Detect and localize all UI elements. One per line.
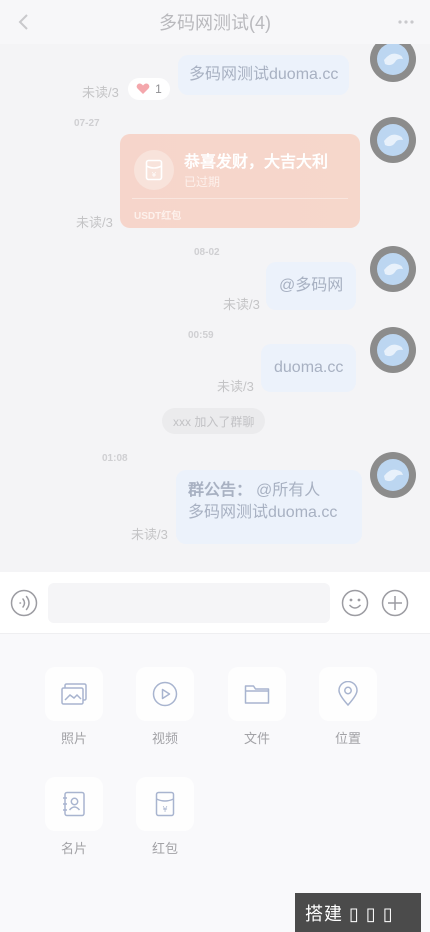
chat-title: 多码网测试(4)	[159, 13, 271, 33]
tool-label: 红包	[151, 841, 178, 856]
avatar[interactable]	[370, 44, 416, 82]
contact-card-icon	[63, 791, 85, 817]
tool-location[interactable]: 位置	[319, 667, 379, 747]
voice-icon[interactable]	[10, 589, 38, 617]
red-packet-card[interactable]: ¥ 恭喜发财，大吉大利 已过期 USDT红包	[120, 134, 360, 228]
more-button[interactable]	[392, 8, 420, 36]
avatar[interactable]	[370, 117, 416, 163]
tool-photo[interactable]: 照片	[45, 667, 105, 747]
message-input[interactable]	[48, 583, 330, 623]
top-bar: 多码网测试(4)	[0, 0, 430, 44]
tool-contact-card[interactable]: 名片	[45, 777, 105, 857]
like-count: 1	[155, 82, 162, 96]
location-icon	[338, 681, 358, 707]
timestamp: 01:08	[102, 453, 128, 464]
avatar[interactable]	[370, 246, 416, 292]
message-bubble[interactable]: duoma.cc	[261, 344, 357, 392]
folder-icon	[244, 685, 270, 704]
unread-status: 未读/3	[223, 297, 260, 312]
avatar-bird-icon	[384, 263, 403, 276]
announcement-label: 群公告：	[188, 482, 253, 499]
chevron-left-icon	[18, 14, 28, 30]
avatar-bird-icon	[384, 469, 403, 482]
tool-video[interactable]: 视频	[136, 667, 196, 747]
svg-text:¥: ¥	[152, 171, 157, 179]
divider	[132, 198, 348, 199]
watermark-label: 搭建 ▯ ▯ ▯	[295, 893, 421, 932]
tool-label: 位置	[334, 731, 361, 746]
video-icon	[152, 681, 178, 707]
red-packet-status: 已过期	[184, 175, 221, 189]
more-tools-panel: 照片 视频 文件 位置 名片 ¥ 红包	[0, 634, 430, 932]
avatar-bird-icon	[384, 134, 403, 147]
unread-status: 未读/3	[217, 379, 254, 394]
more-dots-icon	[398, 20, 414, 24]
back-button[interactable]	[10, 8, 38, 36]
heart-icon	[136, 83, 150, 94]
unread-status: 未读/3	[76, 215, 113, 230]
mention[interactable]: @所有人	[256, 482, 320, 499]
unread-status: 未读/3	[131, 527, 168, 542]
announcement-text: 多码网测试duoma.cc	[188, 504, 338, 521]
timestamp: 00:59	[188, 330, 214, 341]
red-packet-icon: ¥	[134, 150, 174, 190]
tool-label: 文件	[243, 731, 270, 746]
timestamp: 08-02	[194, 247, 220, 258]
message-bubble[interactable]: 多码网测试duoma.cc	[178, 55, 350, 95]
message-bubble[interactable]: @多码网	[266, 262, 357, 310]
input-bar	[0, 572, 430, 634]
tool-label: 视频	[151, 731, 178, 746]
red-packet-type: USDT红包	[134, 211, 182, 222]
tool-label: 照片	[60, 731, 87, 746]
avatar-bird-icon	[384, 344, 403, 357]
system-notice: xxx 加入了群聊	[162, 408, 266, 434]
photo-icon	[61, 683, 87, 705]
message-list[interactable]: 多码网测试duoma.cc 未读/3 1 07-27 ¥ 恭喜发财，大吉大利 已…	[0, 44, 430, 572]
plus-circle-icon[interactable]	[381, 589, 409, 617]
tool-label: 名片	[60, 841, 87, 856]
avatar[interactable]	[370, 452, 416, 498]
timestamp: 07-27	[74, 118, 100, 129]
avatar[interactable]	[370, 327, 416, 373]
tool-red-packet[interactable]: ¥ 红包	[136, 777, 196, 857]
red-packet-icon: ¥	[155, 791, 175, 817]
like-reaction[interactable]: 1	[128, 78, 170, 100]
svg-text:¥: ¥	[162, 805, 167, 814]
emoji-icon[interactable]	[341, 589, 369, 617]
red-packet-title: 恭喜发财，大吉大利	[184, 154, 329, 171]
unread-status: 未读/3	[82, 85, 119, 100]
announcement-bubble[interactable]: 群公告： @所有人 多码网测试duoma.cc	[176, 470, 362, 544]
avatar-bird-icon	[384, 53, 403, 66]
tool-file[interactable]: 文件	[228, 667, 288, 747]
